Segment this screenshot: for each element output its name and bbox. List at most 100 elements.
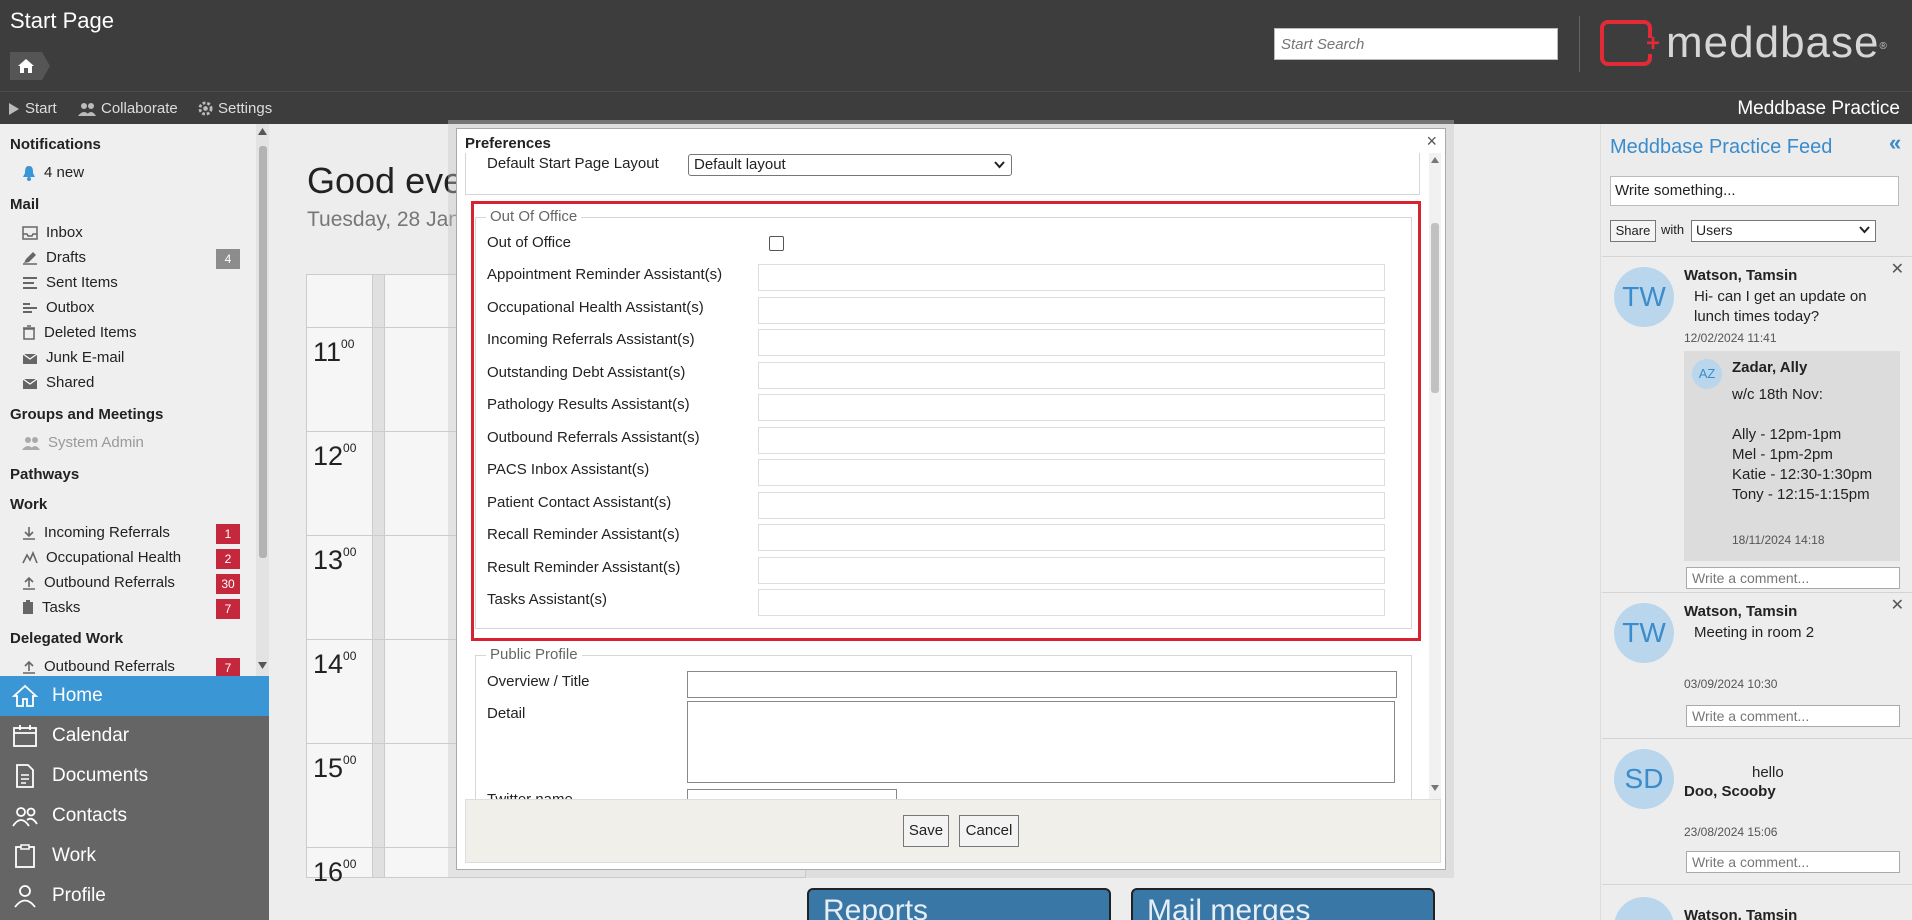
nav-work[interactable]: Work bbox=[0, 836, 269, 876]
sidebar-item-shared[interactable]: Shared bbox=[22, 374, 240, 391]
feed-post: Watson, Tamsin bbox=[1602, 884, 1912, 920]
reply-text: w/c 18th Nov: Ally - 12pm-1pm Mel - 1pm-… bbox=[1732, 386, 1873, 503]
notifications-heading: Notifications bbox=[10, 136, 101, 153]
calendar-allday-column bbox=[373, 275, 385, 877]
notifications-new[interactable]: 4 new bbox=[22, 164, 240, 181]
sidebar-item-system-admin[interactable]: System Admin bbox=[22, 434, 240, 451]
reports-tile[interactable]: Reports bbox=[807, 888, 1111, 920]
avatar: SD bbox=[1614, 749, 1674, 809]
menu-start[interactable]: Start bbox=[8, 100, 57, 117]
trash-icon bbox=[23, 325, 35, 340]
highlight-box bbox=[471, 201, 1421, 641]
sidebar-item-incoming-referrals[interactable]: Incoming Referrals 1 bbox=[22, 524, 240, 544]
nav-label: Documents bbox=[52, 765, 149, 786]
incoming-referrals-badge: 1 bbox=[216, 524, 240, 544]
junk-icon bbox=[22, 353, 38, 364]
feed-post-input[interactable]: Write something... bbox=[1610, 176, 1899, 206]
dialog-scroll-thumb[interactable] bbox=[1431, 223, 1439, 393]
bell-icon bbox=[23, 165, 35, 181]
logo-mark-icon: + bbox=[1600, 20, 1660, 66]
hour-label: 1400 bbox=[313, 649, 357, 679]
post-author[interactable]: Watson, Tamsin bbox=[1684, 907, 1797, 920]
sidebar-item-label: Shared bbox=[46, 374, 95, 391]
sidebar-scroll-thumb[interactable] bbox=[259, 146, 267, 558]
sidebar-item-label: Tasks bbox=[42, 599, 81, 616]
detail-textarea[interactable] bbox=[687, 701, 1395, 783]
avatar: TW bbox=[1614, 267, 1674, 327]
post-author[interactable]: Watson, Tamsin bbox=[1684, 603, 1797, 620]
upload-icon bbox=[23, 576, 35, 590]
main-navigation: Home Calendar Documents Contacts Work Pr… bbox=[0, 676, 269, 920]
scroll-down-icon[interactable] bbox=[258, 662, 267, 669]
hour-label: 1300 bbox=[313, 545, 357, 575]
comment-input[interactable]: Write a comment... bbox=[1686, 567, 1900, 589]
nav-contacts[interactable]: Contacts bbox=[0, 796, 269, 836]
sidebar-item-occupational-health[interactable]: Occupational Health 2 bbox=[22, 549, 240, 569]
tasks-badge: 7 bbox=[216, 599, 240, 619]
mail-merges-tile[interactable]: Mail merges bbox=[1131, 888, 1435, 920]
nav-documents[interactable]: Documents bbox=[0, 756, 269, 796]
post-text: hello bbox=[1752, 764, 1784, 781]
share-button[interactable]: Share bbox=[1610, 220, 1656, 242]
nav-label: Calendar bbox=[52, 725, 130, 746]
close-icon[interactable]: ✕ bbox=[1891, 595, 1904, 615]
post-time: 23/08/2024 15:06 bbox=[1684, 825, 1778, 839]
search-input[interactable] bbox=[1274, 28, 1558, 60]
sidebar-item-drafts[interactable]: Drafts 4 bbox=[22, 249, 240, 269]
sidebar-item-label: Outbound Referrals bbox=[44, 574, 175, 591]
scroll-up-icon[interactable] bbox=[258, 128, 267, 135]
avatar: AZ bbox=[1692, 359, 1722, 389]
avatar: TW bbox=[1614, 603, 1674, 663]
sidebar-item-label: Sent Items bbox=[46, 274, 118, 291]
close-icon[interactable]: ✕ bbox=[1891, 259, 1904, 279]
sidebar-item-sent[interactable]: Sent Items bbox=[22, 274, 240, 291]
contacts-icon bbox=[12, 807, 38, 827]
overview-input[interactable] bbox=[687, 671, 1397, 698]
menu-settings[interactable]: Settings bbox=[198, 100, 272, 117]
scroll-up-icon[interactable] bbox=[1431, 157, 1439, 163]
sidebar-item-label: Incoming Referrals bbox=[44, 524, 170, 541]
scroll-down-icon[interactable] bbox=[1431, 785, 1439, 791]
sidebar-item-tasks[interactable]: Tasks 7 bbox=[22, 599, 240, 619]
twitter-input[interactable] bbox=[687, 789, 897, 799]
nav-label: Profile bbox=[52, 885, 106, 906]
sidebar-item-outbox[interactable]: Outbox bbox=[22, 299, 240, 316]
dialog-scrollbar[interactable] bbox=[1429, 153, 1441, 799]
sidebar-item-junk[interactable]: Junk E-mail bbox=[22, 349, 240, 366]
reply-author[interactable]: Zadar, Ally bbox=[1732, 359, 1807, 376]
practice-feed: Meddbase Practice Feed « Write something… bbox=[1600, 124, 1912, 920]
nav-calendar[interactable]: Calendar bbox=[0, 716, 269, 756]
save-button[interactable]: Save bbox=[903, 815, 949, 847]
menu-collaborate[interactable]: Collaborate bbox=[78, 100, 178, 117]
post-author[interactable]: Doo, Scooby bbox=[1684, 783, 1776, 800]
pathways-heading[interactable]: Pathways bbox=[10, 466, 79, 483]
sidebar-item-delegated-outbound[interactable]: Outbound Referrals 7 bbox=[22, 658, 240, 676]
comment-input[interactable]: Write a comment... bbox=[1686, 851, 1900, 873]
share-with-label: with bbox=[1661, 222, 1685, 237]
sidebar-item-label: Occupational Health bbox=[46, 549, 182, 566]
breadcrumb-home[interactable] bbox=[10, 52, 50, 80]
post-author[interactable]: Watson, Tamsin bbox=[1684, 267, 1797, 284]
app-name: Meddbase Practice bbox=[1737, 98, 1900, 119]
close-icon[interactable]: × bbox=[1426, 131, 1437, 152]
feed-post: TW Watson, Tamsin Meeting in room 2 03/0… bbox=[1602, 592, 1912, 738]
left-sidebar: Notifications 4 new Mail Inbox Drafts 4 … bbox=[0, 124, 269, 676]
occupational-health-badge: 2 bbox=[216, 549, 240, 569]
sidebar-item-outbound-referrals[interactable]: Outbound Referrals 30 bbox=[22, 574, 240, 594]
shared-icon bbox=[22, 378, 38, 389]
sidebar-item-deleted[interactable]: Deleted Items bbox=[22, 324, 240, 341]
layout-select[interactable]: Default layout bbox=[688, 154, 1012, 176]
group-icon bbox=[22, 436, 40, 450]
nav-home[interactable]: Home bbox=[0, 676, 269, 716]
share-audience-select[interactable]: Users bbox=[1691, 220, 1876, 242]
nav-profile[interactable]: Profile bbox=[0, 876, 269, 916]
sidebar-item-inbox[interactable]: Inbox bbox=[22, 224, 240, 241]
comment-input[interactable]: Write a comment... bbox=[1686, 705, 1900, 727]
nav-label: Contacts bbox=[52, 805, 127, 826]
cancel-button[interactable]: Cancel bbox=[959, 815, 1019, 847]
post-text: Meeting in room 2 bbox=[1694, 624, 1815, 641]
collapse-feed-icon[interactable]: « bbox=[1889, 130, 1901, 156]
public-profile-legend: Public Profile bbox=[486, 646, 582, 663]
profile-icon bbox=[14, 885, 36, 908]
twitter-label: Twitter name bbox=[487, 791, 573, 799]
